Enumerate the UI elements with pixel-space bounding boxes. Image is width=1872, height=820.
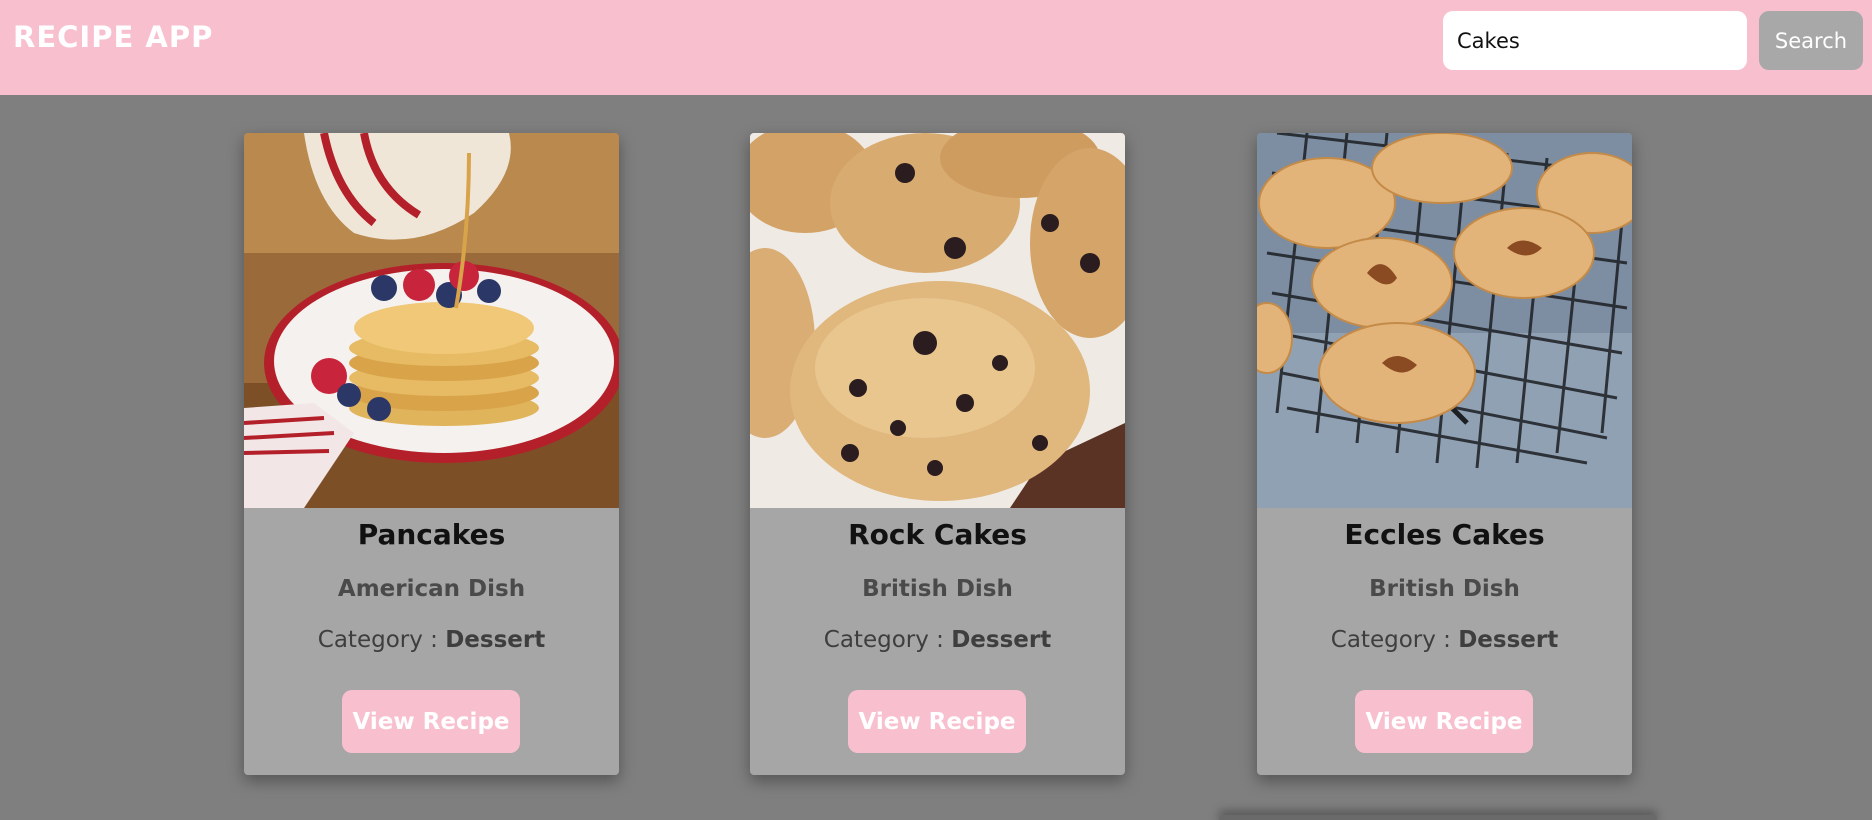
- category-value: Dessert: [951, 627, 1052, 653]
- view-recipe-button[interactable]: View Recipe: [848, 690, 1026, 753]
- recipe-area: British Dish: [862, 576, 1013, 602]
- recipe-title: Pancakes: [357, 518, 506, 551]
- view-recipe-button[interactable]: View Recipe: [1355, 690, 1533, 753]
- recipe-area: American Dish: [337, 576, 526, 602]
- recipe-category: Category : Dessert: [1257, 627, 1632, 653]
- category-value: Dessert: [1458, 627, 1559, 653]
- recipe-category: Category : Dessert: [244, 627, 619, 653]
- recipe-area: British Dish: [1369, 576, 1520, 602]
- recipe-title: Rock Cakes: [848, 518, 1027, 551]
- search-input[interactable]: [1443, 11, 1747, 70]
- recipe-category: Category : Dessert: [750, 627, 1125, 653]
- recipe-image: [750, 133, 1125, 508]
- recipe-card: Eccles Cakes British Dish Category : Des…: [1257, 133, 1632, 775]
- view-recipe-button[interactable]: View Recipe: [342, 690, 520, 753]
- recipe-image: [1257, 133, 1632, 508]
- category-label: Category :: [317, 627, 446, 653]
- recipe-card: Rock Cakes British Dish Category : Desse…: [750, 133, 1125, 775]
- recipe-image: [244, 133, 619, 508]
- app-header: RECIPE APP Search: [0, 0, 1872, 95]
- recipe-card: Pancakes American Dish Category : Desser…: [244, 133, 619, 775]
- recipe-title: Eccles Cakes: [1344, 518, 1545, 551]
- recipe-card-partial: [1219, 815, 1657, 820]
- search-button[interactable]: Search: [1759, 11, 1863, 70]
- app-title: RECIPE APP: [13, 20, 214, 54]
- category-label: Category :: [1330, 627, 1459, 653]
- category-value: Dessert: [445, 627, 546, 653]
- category-label: Category :: [823, 627, 952, 653]
